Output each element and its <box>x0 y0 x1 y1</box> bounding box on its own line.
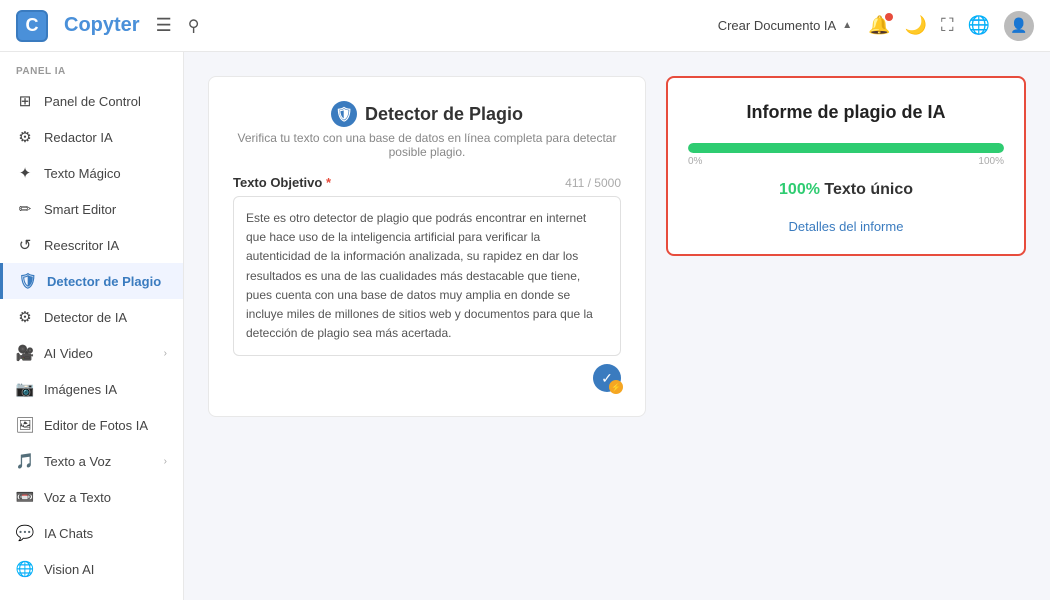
sidebar-item-texto-magico[interactable]: ✦ Texto Mágico <box>0 155 183 191</box>
text-field-header: Texto Objetivo * 411 / 5000 <box>233 175 621 190</box>
panel-subtitle: Verifica tu texto con una base de datos … <box>233 131 621 159</box>
sidebar-item-label: Reescritor IA <box>44 238 119 253</box>
sidebar-item-label: Vision AI <box>44 562 94 577</box>
menu-icon[interactable]: ☰ <box>156 15 172 36</box>
fullscreen-icon[interactable]: ⛶ <box>941 15 954 36</box>
sidebar-item-label: Panel de Control <box>44 94 141 109</box>
detector-plagio-icon: 🛡 <box>19 272 37 290</box>
sidebar-item-voz-a-texto[interactable]: 📼 Voz a Texto <box>0 479 183 515</box>
user-avatar[interactable]: 👤 <box>1004 11 1034 41</box>
required-star: * <box>326 175 331 190</box>
left-panel: 🛡 Detector de Plagio Verifica tu texto c… <box>208 76 646 417</box>
sidebar-item-ai-video[interactable]: 🎥 AI Video › <box>0 335 183 371</box>
sidebar-item-vision-ai[interactable]: 🌐 Vision AI <box>0 551 183 587</box>
voz-a-texto-icon: 📼 <box>16 488 34 506</box>
text-field-label: Texto Objetivo * <box>233 175 331 190</box>
panel-title-icon: 🛡 <box>331 101 357 127</box>
progress-label-0: 0% <box>688 156 702 167</box>
char-count: 411 / 5000 <box>565 176 621 190</box>
unique-text-row: 100% Texto único <box>688 181 1004 199</box>
texto-a-voz-icon: 🎵 <box>16 452 34 470</box>
sidebar-item-panel-control[interactable]: ⊞ Panel de Control <box>0 83 183 119</box>
sidebar-item-label: AI Video <box>44 346 93 361</box>
header-icons: 🔔 🌙 ⛶ 🌐 👤 <box>868 11 1034 41</box>
smart-editor-icon: ✏ <box>16 200 34 218</box>
ia-chats-icon: 💬 <box>16 524 34 542</box>
vision-ai-icon: 🌐 <box>16 560 34 578</box>
sidebar-item-smart-editor[interactable]: ✏ Smart Editor <box>0 191 183 227</box>
sidebar-item-detector-plagio[interactable]: 🛡 Detector de Plagio <box>0 263 183 299</box>
language-icon[interactable]: 🌐 <box>968 15 990 36</box>
detector-ia-icon: ⚙ <box>16 308 34 326</box>
sidebar-section-label: PANEL IA <box>0 52 183 83</box>
sidebar-item-label: Editor de Fotos IA <box>44 418 148 433</box>
sidebar-item-label: Texto Mágico <box>44 166 121 181</box>
sidebar-item-editor-fotos-ia[interactable]: 🖼 Editor de Fotos IA <box>0 407 183 443</box>
check-submit-icon[interactable]: ✓ ⚡ <box>593 364 621 392</box>
details-link[interactable]: Detalles del informe <box>688 219 1004 234</box>
header: C Copyter ☰ ⚲ Crear Documento IA ▲ 🔔 🌙 ⛶… <box>0 0 1050 52</box>
progress-bar-track <box>688 143 1004 153</box>
sidebar-item-label: Detector de Plagio <box>47 274 161 289</box>
redactor-ia-icon: ⚙ <box>16 128 34 146</box>
sidebar-item-label: Voz a Texto <box>44 490 111 505</box>
bottom-icon-row: ✓ ⚡ <box>233 364 621 392</box>
crear-documento-button[interactable]: Crear Documento IA ▲ <box>718 18 852 33</box>
search-icon[interactable]: ⚲ <box>188 16 200 36</box>
check-icon-badge: ⚡ <box>609 380 623 394</box>
progress-bar-container: 0% 100% <box>688 143 1004 167</box>
panel-title: 🛡 Detector de Plagio <box>331 101 523 127</box>
report-title: Informe de plagio de IA <box>688 102 1004 123</box>
sidebar-item-label: IA Chats <box>44 526 93 541</box>
sidebar-item-label: Texto a Voz <box>44 454 111 469</box>
sidebar-item-redactor-ia[interactable]: ⚙ Redactor IA <box>0 119 183 155</box>
sidebar-item-label: Detector de IA <box>44 310 127 325</box>
sidebar-item-imagenes-ia[interactable]: 📷 Imágenes IA <box>0 371 183 407</box>
body: PANEL IA ⊞ Panel de Control ⚙ Redactor I… <box>0 52 1050 600</box>
imagenes-ia-icon: 📷 <box>16 380 34 398</box>
chevron-right-icon: › <box>164 348 167 359</box>
chevron-right-icon: › <box>164 456 167 467</box>
ai-video-icon: 🎥 <box>16 344 34 362</box>
text-area-box[interactable]: Este es otro detector de plagio que podr… <box>233 196 621 356</box>
progress-bar-fill <box>688 143 1004 153</box>
logo-text: Copyter <box>64 14 140 37</box>
progress-label-100: 100% <box>978 156 1004 167</box>
crear-doc-arrow-icon: ▲ <box>842 20 852 31</box>
main-content: 🛡 Detector de Plagio Verifica tu texto c… <box>184 52 1050 600</box>
sidebar-item-texto-a-voz[interactable]: 🎵 Texto a Voz › <box>0 443 183 479</box>
unique-percent: 100% <box>779 181 820 198</box>
notification-dot <box>885 13 893 21</box>
reescritor-ia-icon: ↺ <box>16 236 34 254</box>
sidebar: PANEL IA ⊞ Panel de Control ⚙ Redactor I… <box>0 52 184 600</box>
sidebar-item-reescritor-ia[interactable]: ↺ Reescritor IA <box>0 227 183 263</box>
texto-magico-icon: ✦ <box>16 164 34 182</box>
right-panel: Informe de plagio de IA 0% 100% 100% Tex… <box>666 76 1026 256</box>
panel-control-icon: ⊞ <box>16 92 34 110</box>
sidebar-item-label: Imágenes IA <box>44 382 117 397</box>
sidebar-item-label: Redactor IA <box>44 130 113 145</box>
editor-fotos-icon: 🖼 <box>16 416 34 434</box>
dark-mode-icon[interactable]: 🌙 <box>905 15 927 36</box>
notification-icon[interactable]: 🔔 <box>868 15 890 36</box>
unique-label: Texto único <box>824 181 913 198</box>
sidebar-item-detector-ia[interactable]: ⚙ Detector de IA <box>0 299 183 335</box>
progress-labels: 0% 100% <box>688 156 1004 167</box>
panel-header: 🛡 Detector de Plagio Verifica tu texto c… <box>233 101 621 159</box>
sidebar-item-ia-chats[interactable]: 💬 IA Chats <box>0 515 183 551</box>
sidebar-item-label: Smart Editor <box>44 202 116 217</box>
logo-icon: C <box>16 10 48 42</box>
